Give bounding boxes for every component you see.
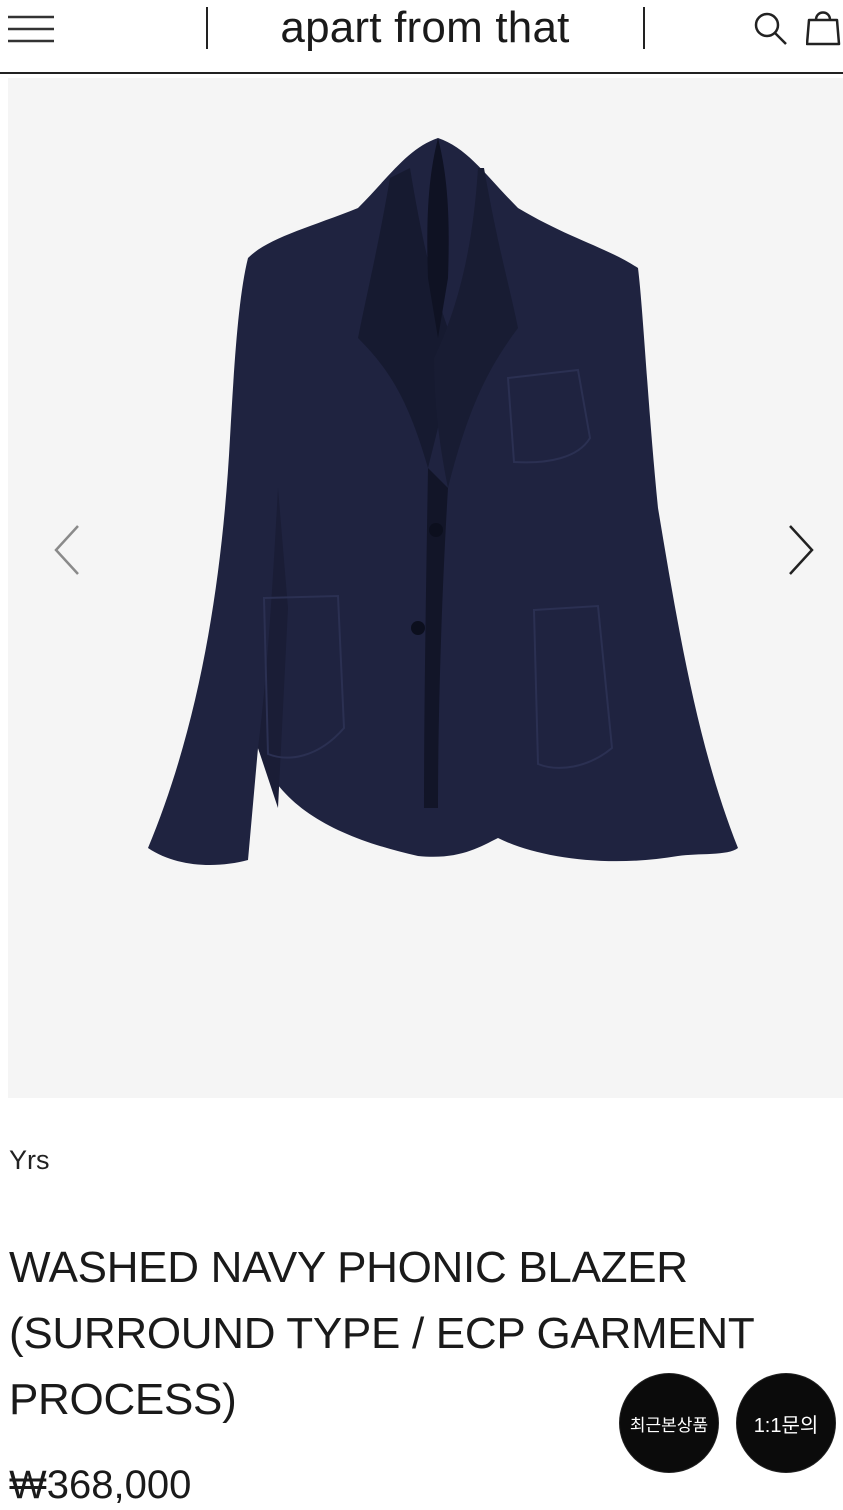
chevron-right-icon [789,525,814,575]
search-icon [754,12,787,45]
product-brand[interactable]: Yrs [9,1143,50,1177]
next-image-button[interactable] [774,518,824,582]
search-button[interactable] [750,8,790,48]
navy-blazer-product-photo [148,138,738,865]
previous-image-button[interactable] [44,518,94,582]
header-divider-right [643,7,645,49]
site-header: apart from that [0,0,843,74]
chevron-left-icon [54,525,79,575]
brand-logo[interactable]: apart from that [220,2,630,54]
hamburger-menu-icon [8,15,54,43]
product-price: ₩368,000 [9,1463,192,1507]
menu-button[interactable] [6,10,56,48]
cart-button[interactable] [806,6,843,48]
inquiry-button[interactable]: 1:1문의 [737,1374,835,1472]
recently-viewed-button[interactable]: 최근본상품 [620,1374,718,1472]
shopping-bag-icon [806,11,841,46]
product-image-gallery [8,78,843,1098]
header-divider-left [206,7,208,49]
